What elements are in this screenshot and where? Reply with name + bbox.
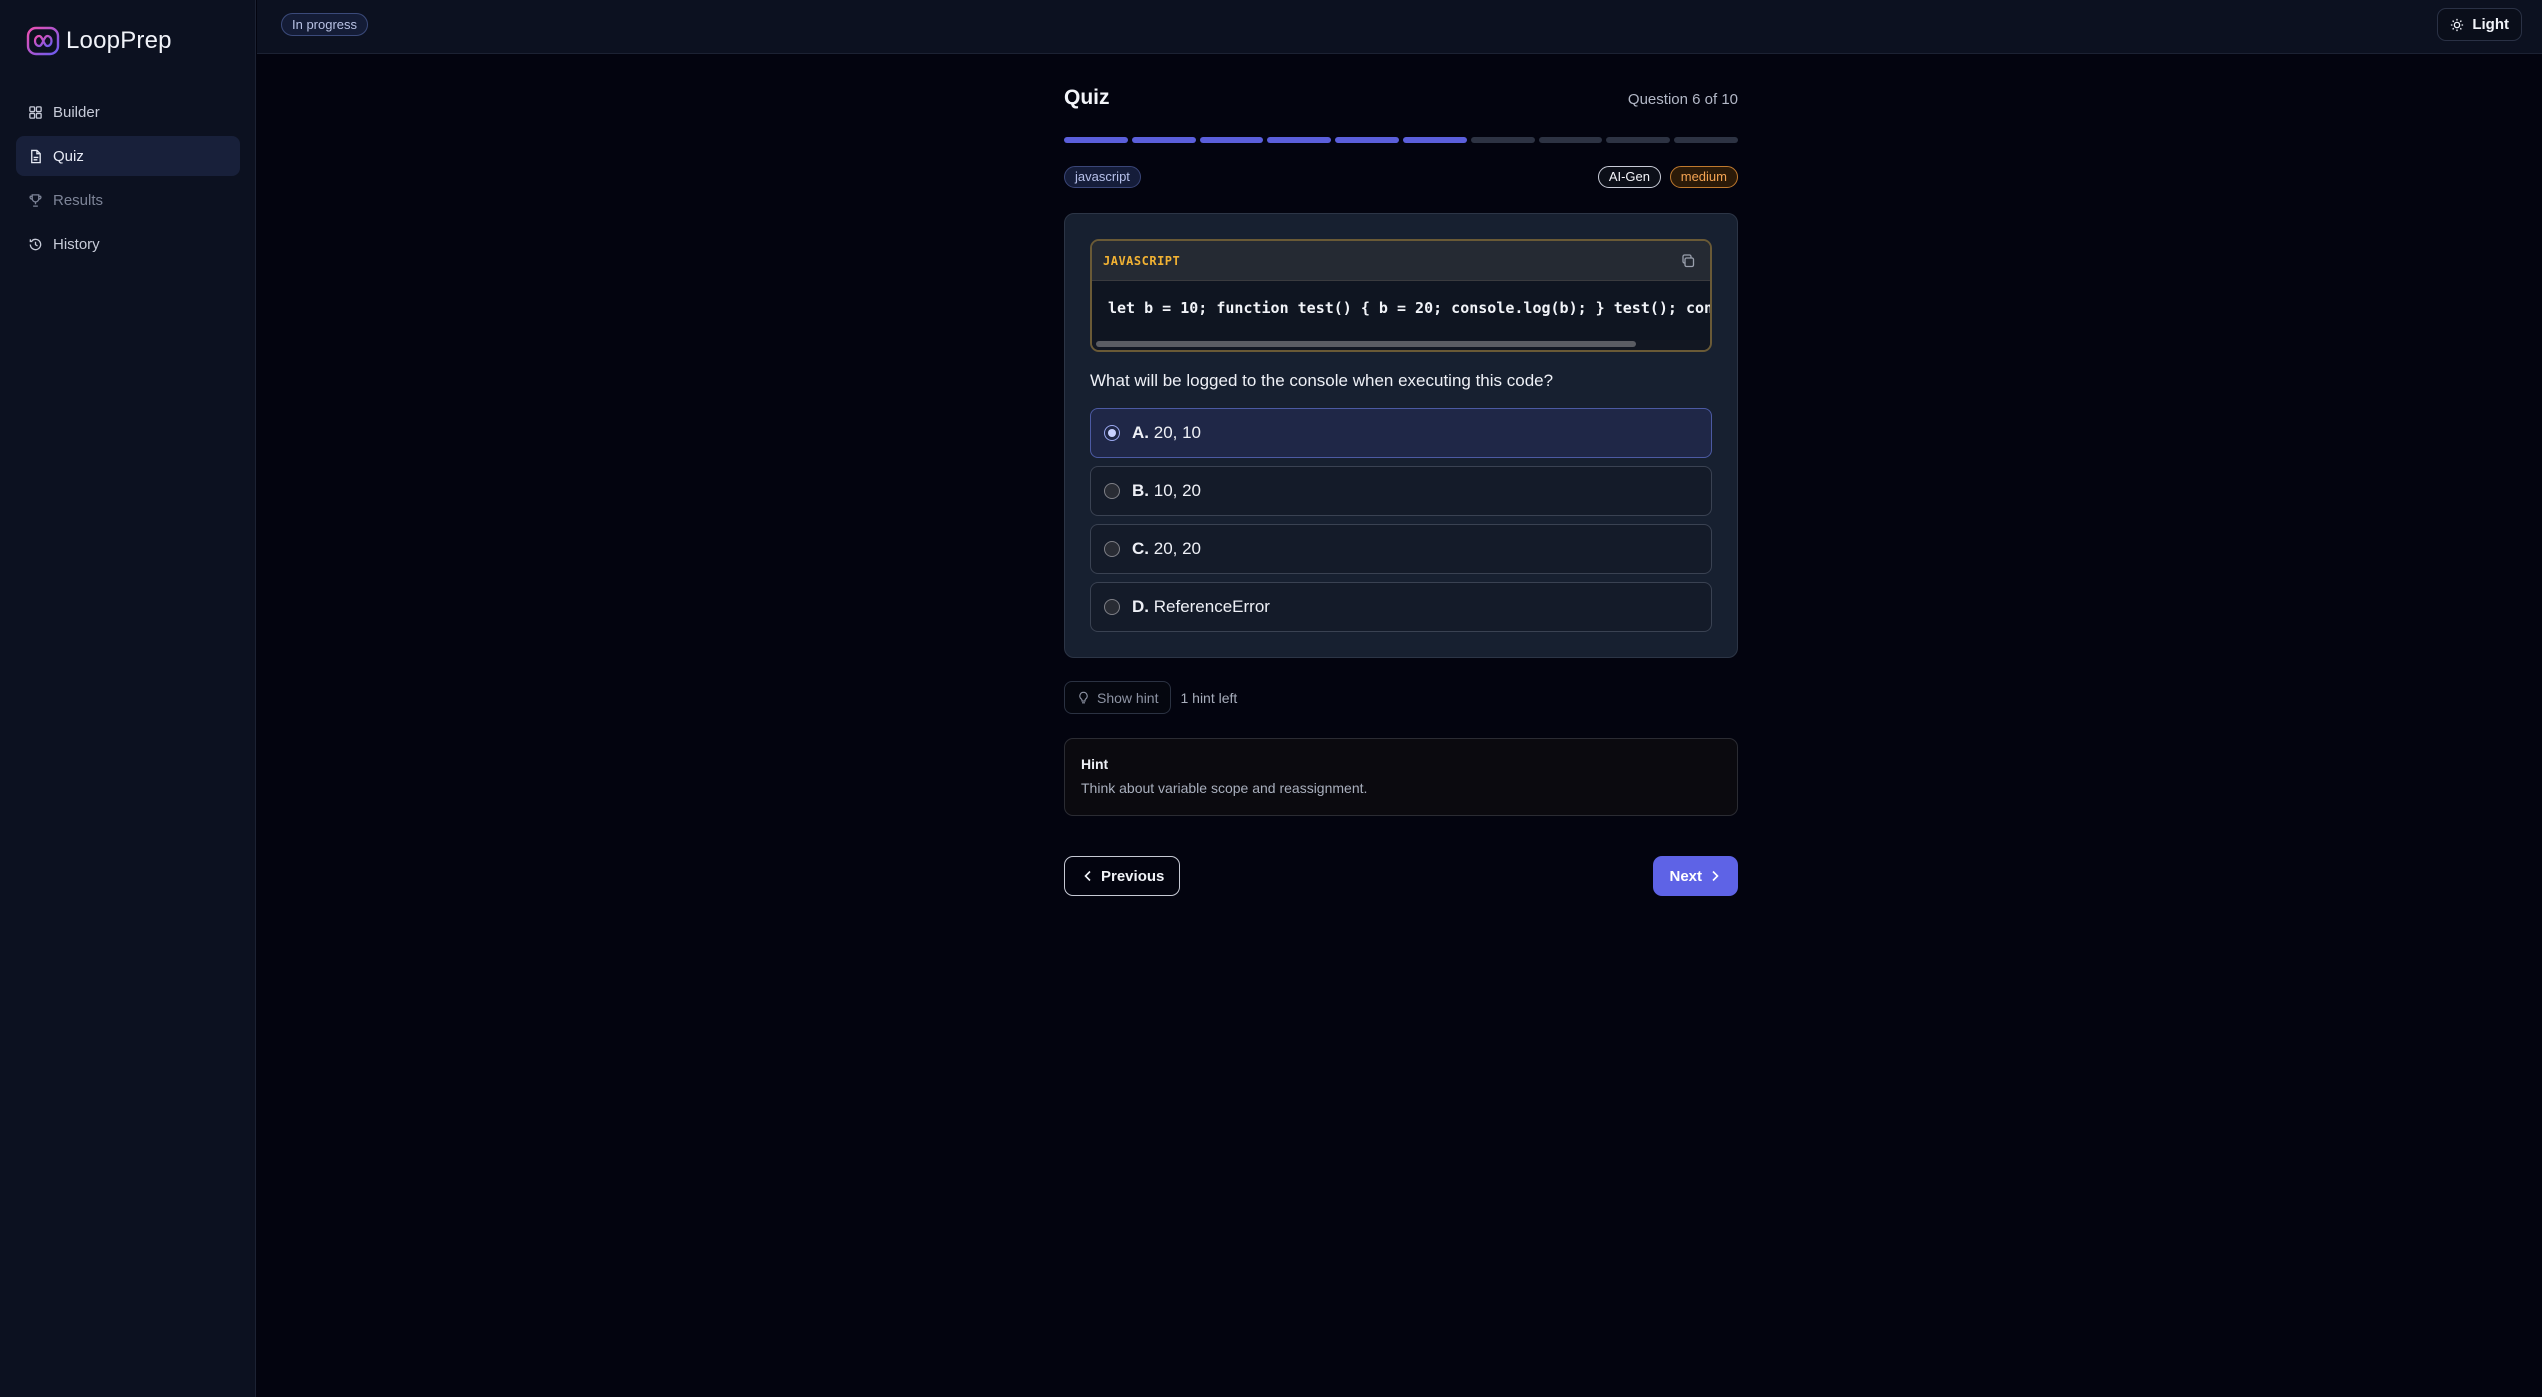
answer-option-c[interactable]: C. 20, 20 bbox=[1090, 524, 1712, 574]
show-hint-label: Show hint bbox=[1097, 689, 1159, 706]
progress-segment bbox=[1199, 137, 1264, 143]
answer-option-b[interactable]: B. 10, 20 bbox=[1090, 466, 1712, 516]
hint-panel: Hint Think about variable scope and reas… bbox=[1064, 738, 1738, 816]
page-title: Quiz bbox=[1064, 86, 1110, 109]
option-letter: D. bbox=[1132, 597, 1149, 616]
theme-toggle-label: Light bbox=[2472, 16, 2509, 33]
copy-icon[interactable] bbox=[1680, 253, 1696, 269]
radio-button[interactable] bbox=[1104, 425, 1120, 441]
chevron-right-icon bbox=[1712, 870, 1719, 882]
question-card: JAVASCRIPT let b = 10; function test() {… bbox=[1064, 213, 1738, 658]
sidebar-item-label: Quiz bbox=[53, 147, 84, 165]
difficulty-tag: medium bbox=[1669, 166, 1738, 188]
option-letter: B. bbox=[1132, 481, 1149, 500]
file-icon bbox=[31, 149, 41, 163]
source-tag: AI-Gen bbox=[1597, 166, 1661, 188]
sidebar-item-quiz[interactable]: Quiz bbox=[16, 136, 240, 176]
trophy-icon bbox=[29, 193, 42, 207]
quiz-main: Quiz Question 6 of 10 javascript AI-Gen … bbox=[1064, 84, 1738, 896]
app-name: LoopPrep bbox=[66, 27, 172, 54]
infinity-logo-icon bbox=[26, 26, 60, 56]
next-label: Next bbox=[1669, 867, 1702, 885]
sidebar-nav: Builder Quiz Results History bbox=[16, 92, 240, 268]
sidebar-item-label: Builder bbox=[53, 103, 100, 121]
progress-segment bbox=[1538, 137, 1603, 143]
answer-option-d[interactable]: D. ReferenceError bbox=[1090, 582, 1712, 632]
sidebar: LoopPrep Builder Quiz Results History bbox=[0, 0, 256, 1397]
sidebar-item-builder[interactable]: Builder bbox=[16, 92, 240, 132]
answer-option-a[interactable]: A. 20, 10 bbox=[1090, 408, 1712, 458]
radio-button[interactable] bbox=[1104, 599, 1120, 615]
hint-title: Hint bbox=[1081, 756, 1109, 772]
progress-segment bbox=[1064, 137, 1128, 143]
previous-label: Previous bbox=[1101, 867, 1165, 885]
quiz-header: Quiz Question 6 of 10 bbox=[1064, 84, 1738, 114]
app-logo[interactable]: LoopPrep bbox=[26, 24, 172, 58]
code-scrollbar-thumb[interactable] bbox=[1096, 341, 1636, 347]
question-tags: javascript AI-Gen medium bbox=[1064, 166, 1738, 190]
code-scrollbar[interactable] bbox=[1092, 340, 1710, 350]
option-letter: A. bbox=[1132, 423, 1149, 442]
code-block: JAVASCRIPT let b = 10; function test() {… bbox=[1090, 239, 1712, 352]
history-icon bbox=[29, 238, 42, 250]
hint-controls: Show hint 1 hint left bbox=[1064, 681, 1237, 714]
sidebar-item-results[interactable]: Results bbox=[16, 180, 240, 220]
option-letter: C. bbox=[1132, 539, 1149, 558]
lightbulb-icon bbox=[1079, 691, 1088, 703]
sidebar-item-label: Results bbox=[53, 191, 104, 209]
top-bar: In progress Light bbox=[257, 0, 2542, 54]
option-text: 10, 20 bbox=[1153, 481, 1201, 500]
progress-segment bbox=[1674, 137, 1738, 143]
radio-button[interactable] bbox=[1104, 483, 1120, 499]
progress-segment bbox=[1335, 137, 1399, 143]
hints-remaining: 1 hint left bbox=[1180, 689, 1238, 706]
hint-text: Think about variable scope and reassignm… bbox=[1081, 780, 1368, 796]
show-hint-button[interactable]: Show hint bbox=[1064, 681, 1172, 714]
status-badge: In progress bbox=[281, 13, 369, 36]
grid-icon bbox=[29, 105, 42, 119]
code-language-label: JAVASCRIPT bbox=[1103, 254, 1181, 268]
sun-icon bbox=[2451, 18, 2464, 31]
option-text: 20, 20 bbox=[1153, 539, 1201, 558]
radio-button[interactable] bbox=[1104, 541, 1120, 557]
code-block-header: JAVASCRIPT bbox=[1092, 241, 1710, 281]
sidebar-item-history[interactable]: History bbox=[16, 224, 240, 264]
progress-segment bbox=[1402, 137, 1467, 143]
language-tag: javascript bbox=[1064, 166, 1141, 188]
quiz-progress-bar bbox=[1064, 137, 1738, 143]
theme-toggle-button[interactable]: Light bbox=[2437, 8, 2522, 41]
progress-segment bbox=[1267, 137, 1332, 143]
option-text: 20, 10 bbox=[1153, 423, 1201, 442]
sidebar-item-label: History bbox=[53, 235, 100, 253]
question-counter: Question 6 of 10 bbox=[1627, 91, 1738, 108]
previous-button[interactable]: Previous bbox=[1064, 856, 1181, 896]
next-button[interactable]: Next bbox=[1653, 856, 1738, 896]
option-text: ReferenceError bbox=[1153, 597, 1270, 616]
progress-segment bbox=[1131, 137, 1196, 143]
code-line: let b = 10; function test() { b = 20; co… bbox=[1108, 299, 1712, 317]
progress-segment bbox=[1606, 137, 1671, 143]
progress-segment bbox=[1470, 137, 1535, 143]
chevron-left-icon bbox=[1084, 870, 1091, 882]
question-text: What will be logged to the console when … bbox=[1090, 371, 1554, 390]
